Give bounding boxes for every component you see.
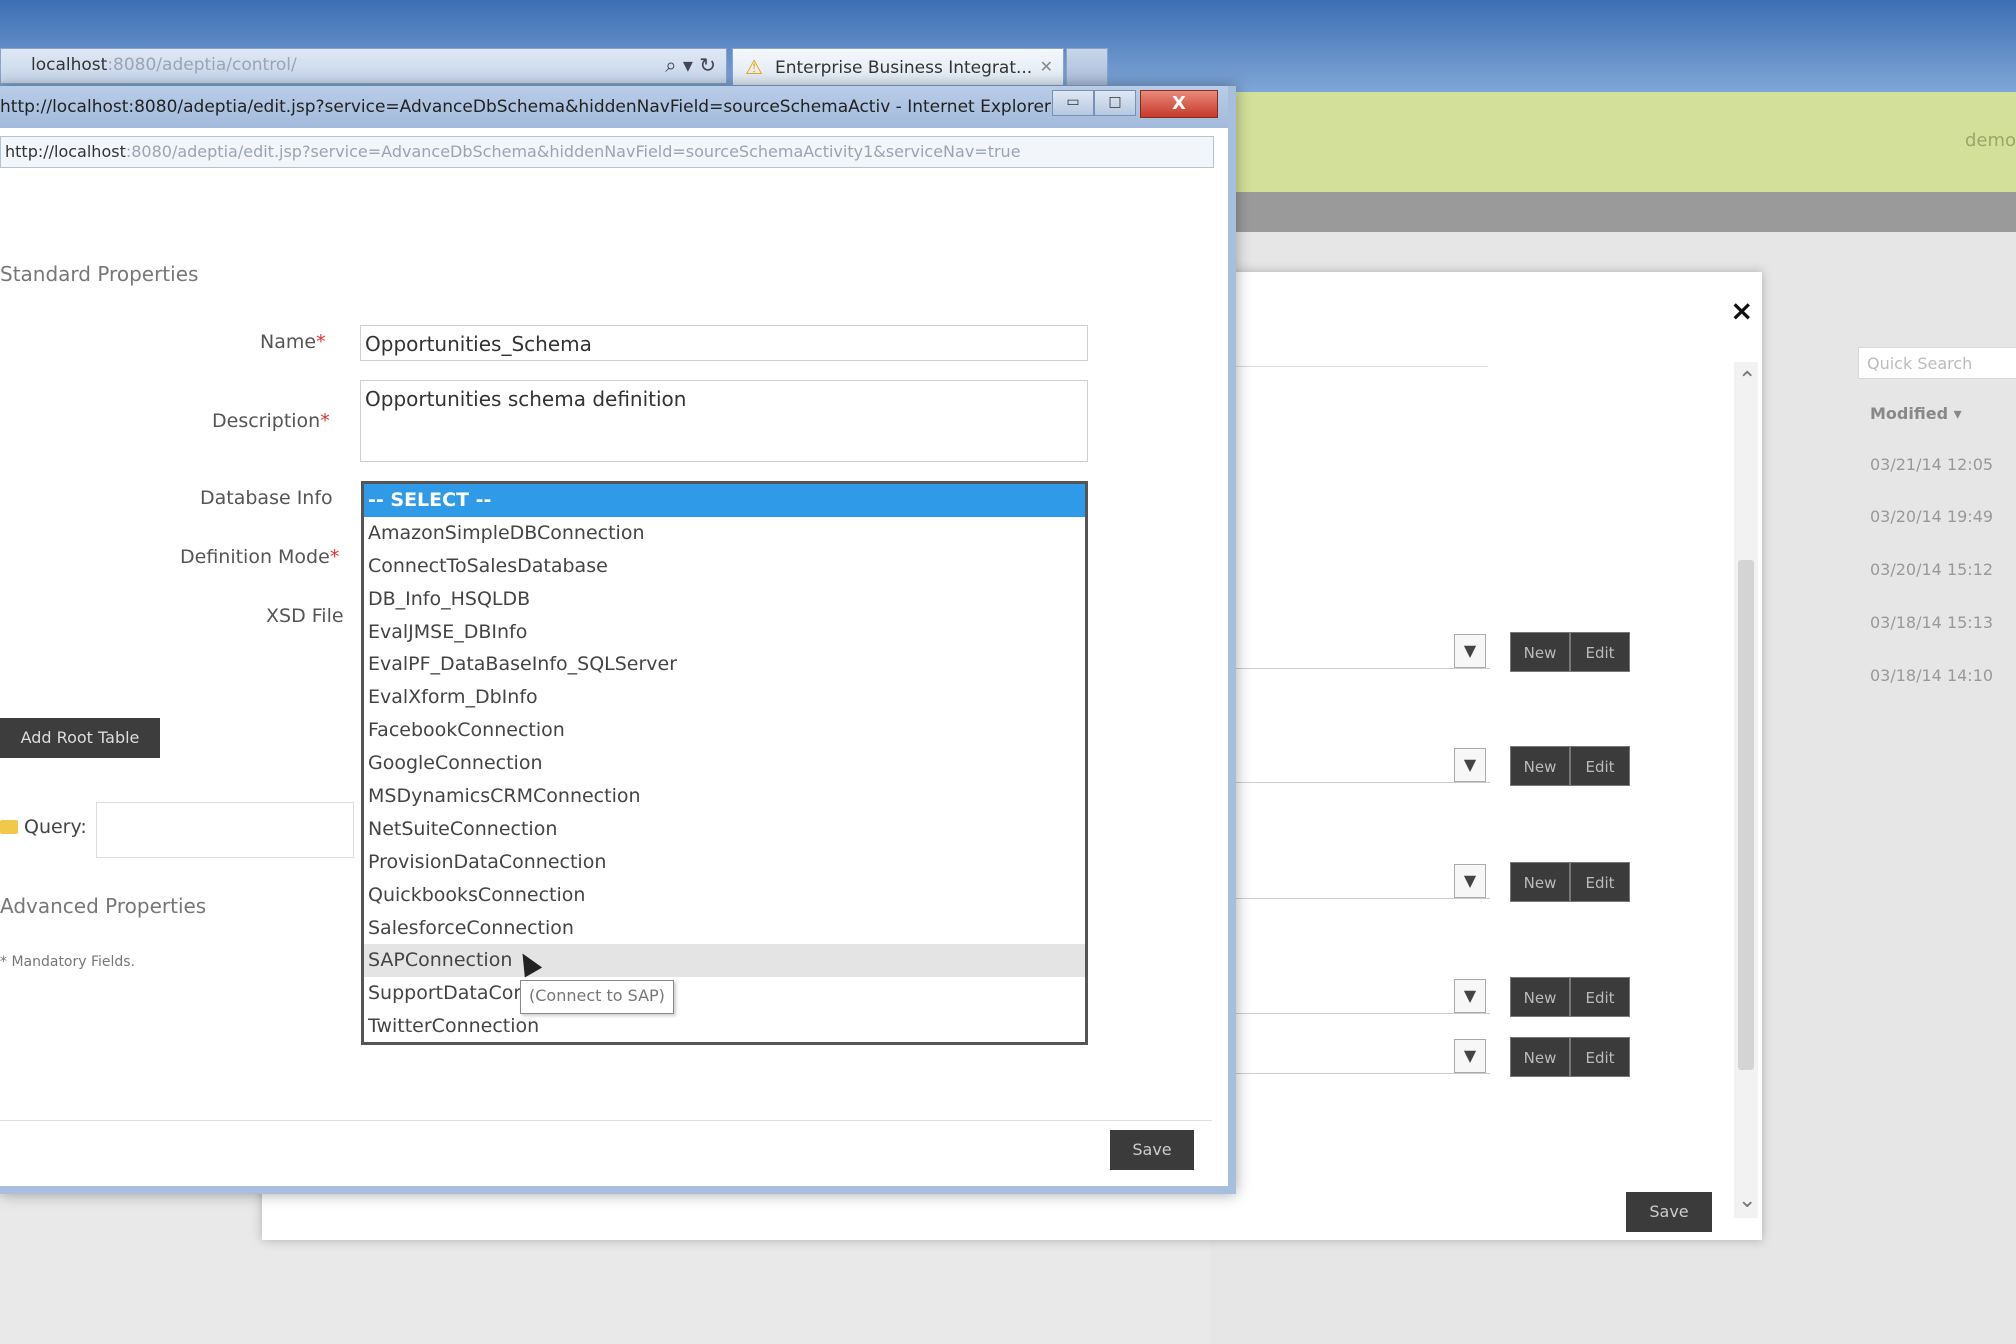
edit-button[interactable]: Edit xyxy=(1570,746,1630,786)
list-option[interactable]: GoogleConnection xyxy=(364,747,1085,780)
name-label: Name* xyxy=(260,331,326,353)
scroll-up-icon[interactable]: ⌃ xyxy=(1738,368,1756,393)
activity-select[interactable]: ▼ xyxy=(1228,632,1490,669)
new-button[interactable]: New xyxy=(1510,632,1570,672)
add-root-table-button[interactable]: Add Root Table xyxy=(0,718,160,758)
popup-title-bar[interactable]: http://localhost:8080/adeptia/edit.jsp?s… xyxy=(0,86,1228,128)
list-option[interactable]: FacebookConnection xyxy=(364,714,1085,747)
advanced-properties-heading: Advanced Properties xyxy=(0,894,207,918)
list-option[interactable]: ProvisionDataConnection xyxy=(364,846,1085,879)
activity-select-row: ▼ New Edit xyxy=(1228,1037,1630,1077)
app-header: demo xyxy=(1210,92,2016,192)
list-option[interactable]: QuickbooksConnection xyxy=(364,879,1085,912)
definition-mode-label: Definition Mode* xyxy=(180,546,340,568)
list-option[interactable]: TwitterConnection xyxy=(364,1010,1085,1042)
standard-properties-heading: Standard Properties xyxy=(0,262,199,286)
database-info-listbox[interactable]: -- SELECT -- AmazonSimpleDBConnection Co… xyxy=(361,481,1088,1045)
activity-select-row: ▼ New Edit xyxy=(1228,977,1630,1017)
database-info-label: Database Info xyxy=(200,487,333,509)
activity-select[interactable]: ▼ xyxy=(1228,977,1490,1014)
user-name: demo xyxy=(1964,130,2016,151)
folder-icon xyxy=(0,820,18,834)
new-button[interactable]: New xyxy=(1510,977,1570,1017)
popup-divider xyxy=(0,1120,1212,1121)
scroll-down-icon[interactable]: ⌄ xyxy=(1738,1188,1756,1213)
name-field[interactable]: Opportunities_Schema xyxy=(360,325,1088,361)
modified-date: 03/20/14 15:12 xyxy=(1870,560,1994,579)
modified-column-header[interactable]: Modified ▾ xyxy=(1870,404,1962,423)
scroll-thumb[interactable] xyxy=(1738,560,1754,1070)
chevron-down-icon[interactable]: ▼ xyxy=(1454,1039,1486,1073)
edit-button[interactable]: Edit xyxy=(1570,862,1630,902)
description-field[interactable]: Opportunities schema definition xyxy=(360,380,1088,462)
save-button[interactable]: Save xyxy=(1110,1130,1194,1170)
tab-close-icon[interactable]: ✕ xyxy=(1040,57,1053,76)
xsd-file-label: XSD File xyxy=(266,605,344,627)
list-option[interactable]: EvalPF_DataBaseInfo_SQLServer xyxy=(364,648,1085,681)
dialog-save-button[interactable]: Save xyxy=(1626,1192,1712,1232)
quick-search-input[interactable]: Quick Search xyxy=(1858,347,2016,379)
list-option[interactable]: MSDynamicsCRMConnection xyxy=(364,780,1085,813)
chevron-down-icon[interactable]: ▼ xyxy=(1454,748,1486,782)
maximize-icon[interactable]: □ xyxy=(1094,90,1136,116)
list-option[interactable]: ConnectToSalesDatabase xyxy=(364,550,1085,583)
popup-window-title: http://localhost:8080/adeptia/edit.jsp?s… xyxy=(0,97,1051,117)
background-url: localhost:8080/adeptia/control/ xyxy=(31,55,297,75)
new-button[interactable]: New xyxy=(1510,746,1570,786)
list-option[interactable]: EvalJMSE_DBInfo xyxy=(364,616,1085,649)
chevron-down-icon[interactable]: ▼ xyxy=(1454,634,1486,668)
activity-select[interactable]: ▼ xyxy=(1228,862,1490,899)
minimize-icon[interactable]: ▭ xyxy=(1052,90,1094,116)
activity-select[interactable]: ▼ xyxy=(1228,1037,1490,1074)
list-option[interactable]: SalesforceConnection xyxy=(364,912,1085,945)
window-close-icon[interactable]: X xyxy=(1140,90,1218,118)
edit-button[interactable]: Edit xyxy=(1570,1037,1630,1077)
background-address-bar[interactable]: localhost:8080/adeptia/control/ ⌕ ▾ ↻ xyxy=(0,48,727,84)
query-label: Query: xyxy=(24,816,87,838)
popup-url: http://localhost:8080/adeptia/edit.jsp?s… xyxy=(5,142,1021,161)
close-icon[interactable]: × xyxy=(1730,294,1753,327)
tab-title: Enterprise Business Integrat... xyxy=(775,58,1033,78)
modified-date: 03/18/14 14:10 xyxy=(1870,666,1994,685)
chevron-down-icon[interactable]: ▼ xyxy=(1454,979,1486,1013)
new-tab-button[interactable] xyxy=(1066,48,1108,86)
option-tooltip: (Connect to SAP) xyxy=(520,980,674,1014)
new-button[interactable]: New xyxy=(1510,862,1570,902)
modified-date: 03/18/14 15:13 xyxy=(1870,613,1994,632)
activity-select-row: ▼ New Edit xyxy=(1228,632,1630,672)
list-option[interactable]: DB_Info_HSQLDB xyxy=(364,583,1085,616)
activity-select-row: ▼ New Edit xyxy=(1228,746,1630,786)
modified-date: 03/20/14 19:49 xyxy=(1870,507,1994,526)
popup-address-bar[interactable]: http://localhost:8080/adeptia/edit.jsp?s… xyxy=(0,136,1214,168)
list-option[interactable]: SupportDataConnection xyxy=(364,977,1085,1010)
search-refresh-icon[interactable]: ⌕ ▾ ↻ xyxy=(665,53,716,77)
app-menu-bar xyxy=(1210,192,2016,232)
list-option[interactable]: -- SELECT -- xyxy=(364,484,1085,517)
activity-select-row: ▼ New Edit xyxy=(1228,862,1630,902)
dialog-text-field[interactable] xyxy=(1228,336,1488,367)
query-input[interactable] xyxy=(96,802,354,858)
list-option[interactable]: NetSuiteConnection xyxy=(364,813,1085,846)
modified-date: 03/21/14 12:05 xyxy=(1870,455,1994,474)
new-button[interactable]: New xyxy=(1510,1037,1570,1077)
chevron-down-icon[interactable]: ▼ xyxy=(1454,864,1486,898)
edit-button[interactable]: Edit xyxy=(1570,977,1630,1017)
list-option-hovered[interactable]: SAPConnection xyxy=(364,944,1085,978)
edit-button[interactable]: Edit xyxy=(1570,632,1630,672)
mandatory-note: * Mandatory Fields. xyxy=(0,954,136,970)
activity-select[interactable]: ▼ xyxy=(1228,746,1490,783)
warning-icon: ⚠ xyxy=(745,55,763,79)
description-label: Description* xyxy=(212,410,330,432)
list-option[interactable]: AmazonSimpleDBConnection xyxy=(364,517,1085,550)
browser-tab[interactable]: ⚠ Enterprise Business Integrat... ✕ xyxy=(732,48,1064,85)
list-option[interactable]: EvalXform_DbInfo xyxy=(364,681,1085,714)
